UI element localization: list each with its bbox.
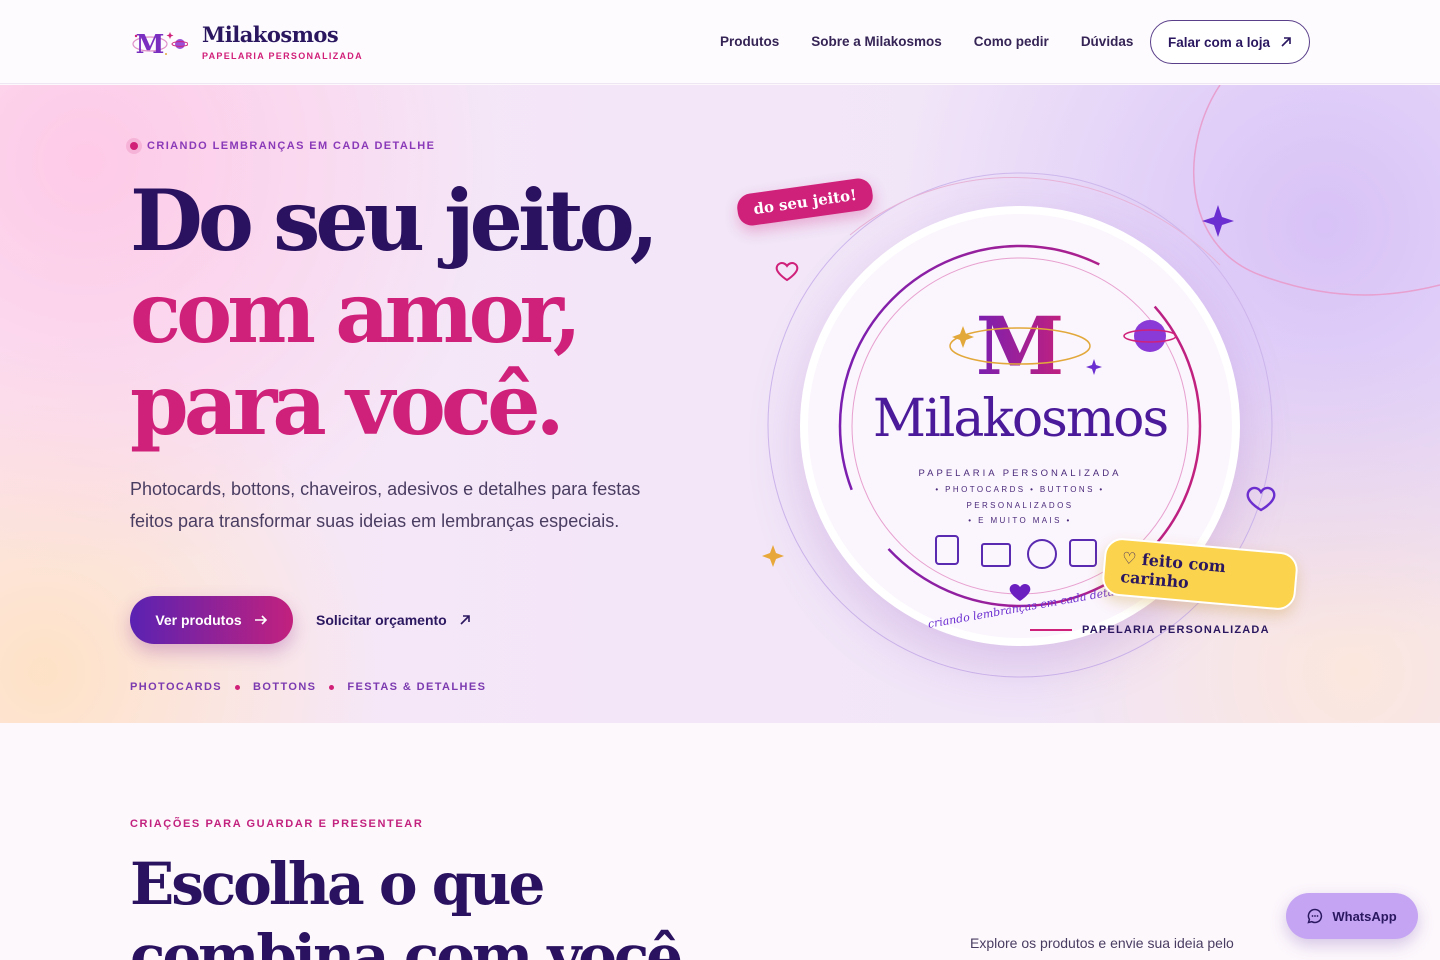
brand-name: Milakosmos <box>202 21 339 47</box>
tag-bottons: BOTTONS <box>253 681 317 693</box>
whatsapp-button[interactable]: WhatsApp <box>1286 893 1418 939</box>
svg-text:M: M <box>136 30 165 60</box>
tag-separator <box>235 684 241 690</box>
arrow-up-right-icon <box>460 615 470 625</box>
hero-tags: PHOTOCARDS BOTTONS FESTAS & DETALHES <box>130 681 486 693</box>
arrow-right-icon <box>254 615 267 625</box>
tag-photocards: PHOTOCARDS <box>130 681 223 693</box>
caption-line <box>1030 629 1072 631</box>
hero-lead: Photocards, bottons, chaveiros, adesivos… <box>130 479 641 531</box>
hero-headline: Do seu jeito, com amor, para você. <box>130 175 690 451</box>
talk-to-store-button[interactable]: Falar com a loja <box>1150 20 1310 64</box>
headline-line-3: para você. <box>130 355 565 454</box>
section-description: Explore os produtos e envie sua ideia pe… <box>970 935 1234 951</box>
section-title: Escolha o que combina com você <box>130 848 730 960</box>
hero-caption: PAPELARIA PERSONALIZADA <box>1030 624 1270 636</box>
main-nav: Produtos Sobre a Milakosmos Como pedir D… <box>720 34 1165 49</box>
nav-como-pedir[interactable]: Como pedir <box>974 34 1049 49</box>
hero-caption-text: PAPELARIA PERSONALIZADA <box>1082 624 1270 636</box>
nav-produtos[interactable]: Produtos <box>720 34 779 49</box>
view-products-button[interactable]: Ver produtos <box>130 596 293 644</box>
nav-sobre[interactable]: Sobre a Milakosmos <box>811 34 942 49</box>
chat-bubble-icon <box>1307 908 1323 924</box>
hero-eyebrow-text: CRIANDO LEMBRANÇAS EM CADA DETALHE <box>147 140 436 152</box>
brand-mark-icon: M <box>130 22 189 62</box>
eyebrow-dot <box>130 142 138 150</box>
heart-icon <box>775 262 799 282</box>
headline-line-2: com amor, <box>130 263 582 362</box>
svg-text:• PHOTOCARDS • BUTTONS •: • PHOTOCARDS • BUTTONS • <box>935 485 1104 494</box>
hero-section: CRIANDO LEMBRANÇAS EM CADA DETALHE Do se… <box>0 85 1440 723</box>
nav-duvidas[interactable]: Dúvidas <box>1081 34 1134 49</box>
svg-text:PERSONALIZADOS: PERSONALIZADOS <box>967 501 1074 510</box>
tag-festas: FESTAS & DETALHES <box>347 681 487 693</box>
svg-text:Milakosmos: Milakosmos <box>873 389 1168 449</box>
whatsapp-label: WhatsApp <box>1332 908 1397 924</box>
view-products-label: Ver produtos <box>155 612 242 628</box>
svg-text:• E MUITO MAIS •: • E MUITO MAIS • <box>968 516 1071 525</box>
site-header: M Milakosmos PAPELARIA PERSONALIZADA Pro… <box>0 0 1440 84</box>
brand-logo[interactable]: M Milakosmos PAPELARIA PERSONALIZADA <box>130 22 363 62</box>
talk-to-store-label: Falar com a loja <box>1167 34 1271 50</box>
svg-text:M: M <box>976 299 1065 393</box>
headline-line-1: Do seu jeito, <box>130 171 659 270</box>
section-title-line-1: Escolha o que <box>130 850 545 918</box>
tag-separator <box>329 684 335 690</box>
section-title-line-2: combina com você <box>130 922 683 960</box>
request-quote-link[interactable]: Solicitar orçamento <box>316 596 471 644</box>
arrow-up-right-icon <box>1281 37 1291 47</box>
brand-tagline: PAPELARIA PERSONALIZADA <box>202 50 363 61</box>
svg-text:PAPELARIA PERSONALIZADA: PAPELARIA PERSONALIZADA <box>919 468 1122 479</box>
hero-eyebrow: CRIANDO LEMBRANÇAS EM CADA DETALHE <box>130 140 435 152</box>
sparkle-icon <box>762 545 784 567</box>
request-quote-label: Solicitar orçamento <box>316 612 447 628</box>
section-eyebrow: CRIAÇÕES PARA GUARDAR E PRESENTEAR <box>130 818 424 830</box>
